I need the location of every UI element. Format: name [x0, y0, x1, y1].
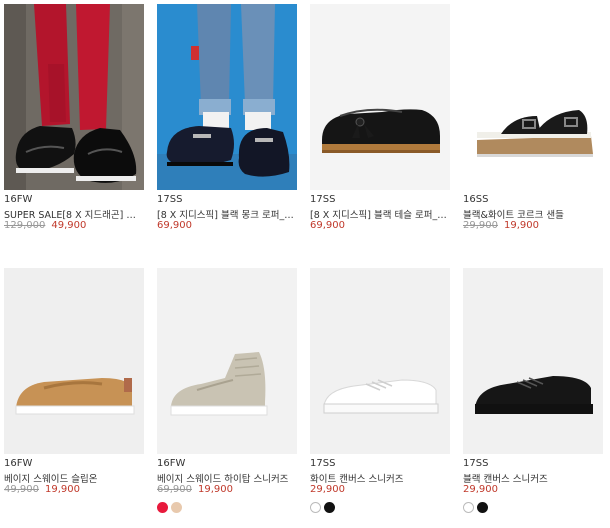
product-card-monk-loafer[interactable]: 17SS [8 X 지디스픽] 블랙 몽크 로퍼_G-Dragon's pick… — [157, 4, 297, 231]
original-price: 29,900 — [463, 220, 498, 231]
sale-price: 19,900 — [504, 220, 539, 231]
color-swatch-white[interactable] — [463, 502, 474, 513]
product-name[interactable]: SUPER SALE[8 X 지드래곤] 더비 슈즈 — [4, 207, 144, 221]
product-image[interactable] — [463, 268, 603, 454]
sale-price: 29,900 — [463, 484, 498, 495]
product-card-cork-sandal[interactable]: 16SS 블랙&화이트 코르크 샌들 29,900 19,900 — [463, 4, 603, 231]
product-grid: 16FW SUPER SALE[8 X 지드래곤] 더비 슈즈 129,000 4… — [0, 0, 610, 528]
product-image[interactable] — [157, 268, 297, 454]
season-label: 17SS — [157, 194, 183, 205]
price-row: 29,900 — [463, 484, 498, 495]
product-image[interactable] — [4, 4, 144, 190]
product-image[interactable] — [310, 4, 450, 190]
product-name[interactable]: 베이지 스웨이드 하이탑 스니커즈 — [157, 471, 297, 485]
product-image[interactable] — [463, 4, 603, 190]
color-swatch-white[interactable] — [310, 502, 321, 513]
season-label: 16FW — [4, 458, 33, 469]
season-label: 17SS — [310, 194, 336, 205]
product-card-high-top[interactable]: 16FW 베이지 스웨이드 하이탑 스니커즈 69,900 19,900 — [157, 268, 297, 513]
color-swatch-black[interactable] — [477, 502, 488, 513]
season-label: 16FW — [157, 458, 186, 469]
product-card-slip-on[interactable]: 16FW 베이지 스웨이드 슬립온 49,900 19,900 — [4, 268, 144, 495]
product-name[interactable]: 블랙 캔버스 스니커즈 — [463, 471, 603, 485]
product-image[interactable] — [157, 4, 297, 190]
color-swatches — [463, 502, 488, 513]
price-row: 69,900 — [310, 220, 345, 231]
sale-price: 19,900 — [198, 484, 233, 495]
sale-price: 69,900 — [157, 220, 192, 231]
product-name[interactable]: 베이지 스웨이드 슬립온 — [4, 471, 144, 485]
product-name[interactable]: [8 X 지디스픽] 블랙 몽크 로퍼_G-Dragon's pick — [157, 207, 297, 221]
color-swatches — [157, 502, 182, 513]
product-name[interactable]: [8 X 지디스픽] 블랙 테슬 로퍼_G-Dragon's pick — [310, 207, 450, 221]
sale-price: 69,900 — [310, 220, 345, 231]
product-name[interactable]: 화이트 캔버스 스니커즈 — [310, 471, 450, 485]
price-row: 69,900 — [157, 220, 192, 231]
product-name[interactable]: 블랙&화이트 코르크 샌들 — [463, 207, 603, 221]
price-row: 29,900 19,900 — [463, 220, 539, 231]
product-card-tassel-loafer[interactable]: 17SS [8 X 지디스픽] 블랙 테슬 로퍼_G-Dragon's pick… — [310, 4, 450, 231]
color-swatches — [310, 502, 335, 513]
season-label: 17SS — [463, 458, 489, 469]
original-price: 49,900 — [4, 484, 39, 495]
product-image[interactable] — [4, 268, 144, 454]
color-swatch-black[interactable] — [324, 502, 335, 513]
season-label: 16FW — [4, 194, 33, 205]
price-row: 129,000 49,900 — [4, 220, 86, 231]
product-image[interactable] — [310, 268, 450, 454]
price-row: 29,900 — [310, 484, 345, 495]
color-swatch-beige[interactable] — [171, 502, 182, 513]
product-card-black-canvas[interactable]: 17SS 블랙 캔버스 스니커즈 29,900 — [463, 268, 603, 513]
season-label: 16SS — [463, 194, 489, 205]
original-price: 69,900 — [157, 484, 192, 495]
price-row: 49,900 19,900 — [4, 484, 80, 495]
product-card-white-canvas[interactable]: 17SS 화이트 캔버스 스니커즈 29,900 — [310, 268, 450, 513]
season-label: 17SS — [310, 458, 336, 469]
color-swatch-red[interactable] — [157, 502, 168, 513]
sale-price: 49,900 — [51, 220, 87, 231]
sale-price: 19,900 — [45, 484, 80, 495]
sale-price: 29,900 — [310, 484, 345, 495]
original-price: 129,000 — [4, 220, 46, 231]
price-row: 69,900 19,900 — [157, 484, 233, 495]
product-card-derby[interactable]: 16FW SUPER SALE[8 X 지드래곤] 더비 슈즈 129,000 4… — [4, 4, 144, 231]
